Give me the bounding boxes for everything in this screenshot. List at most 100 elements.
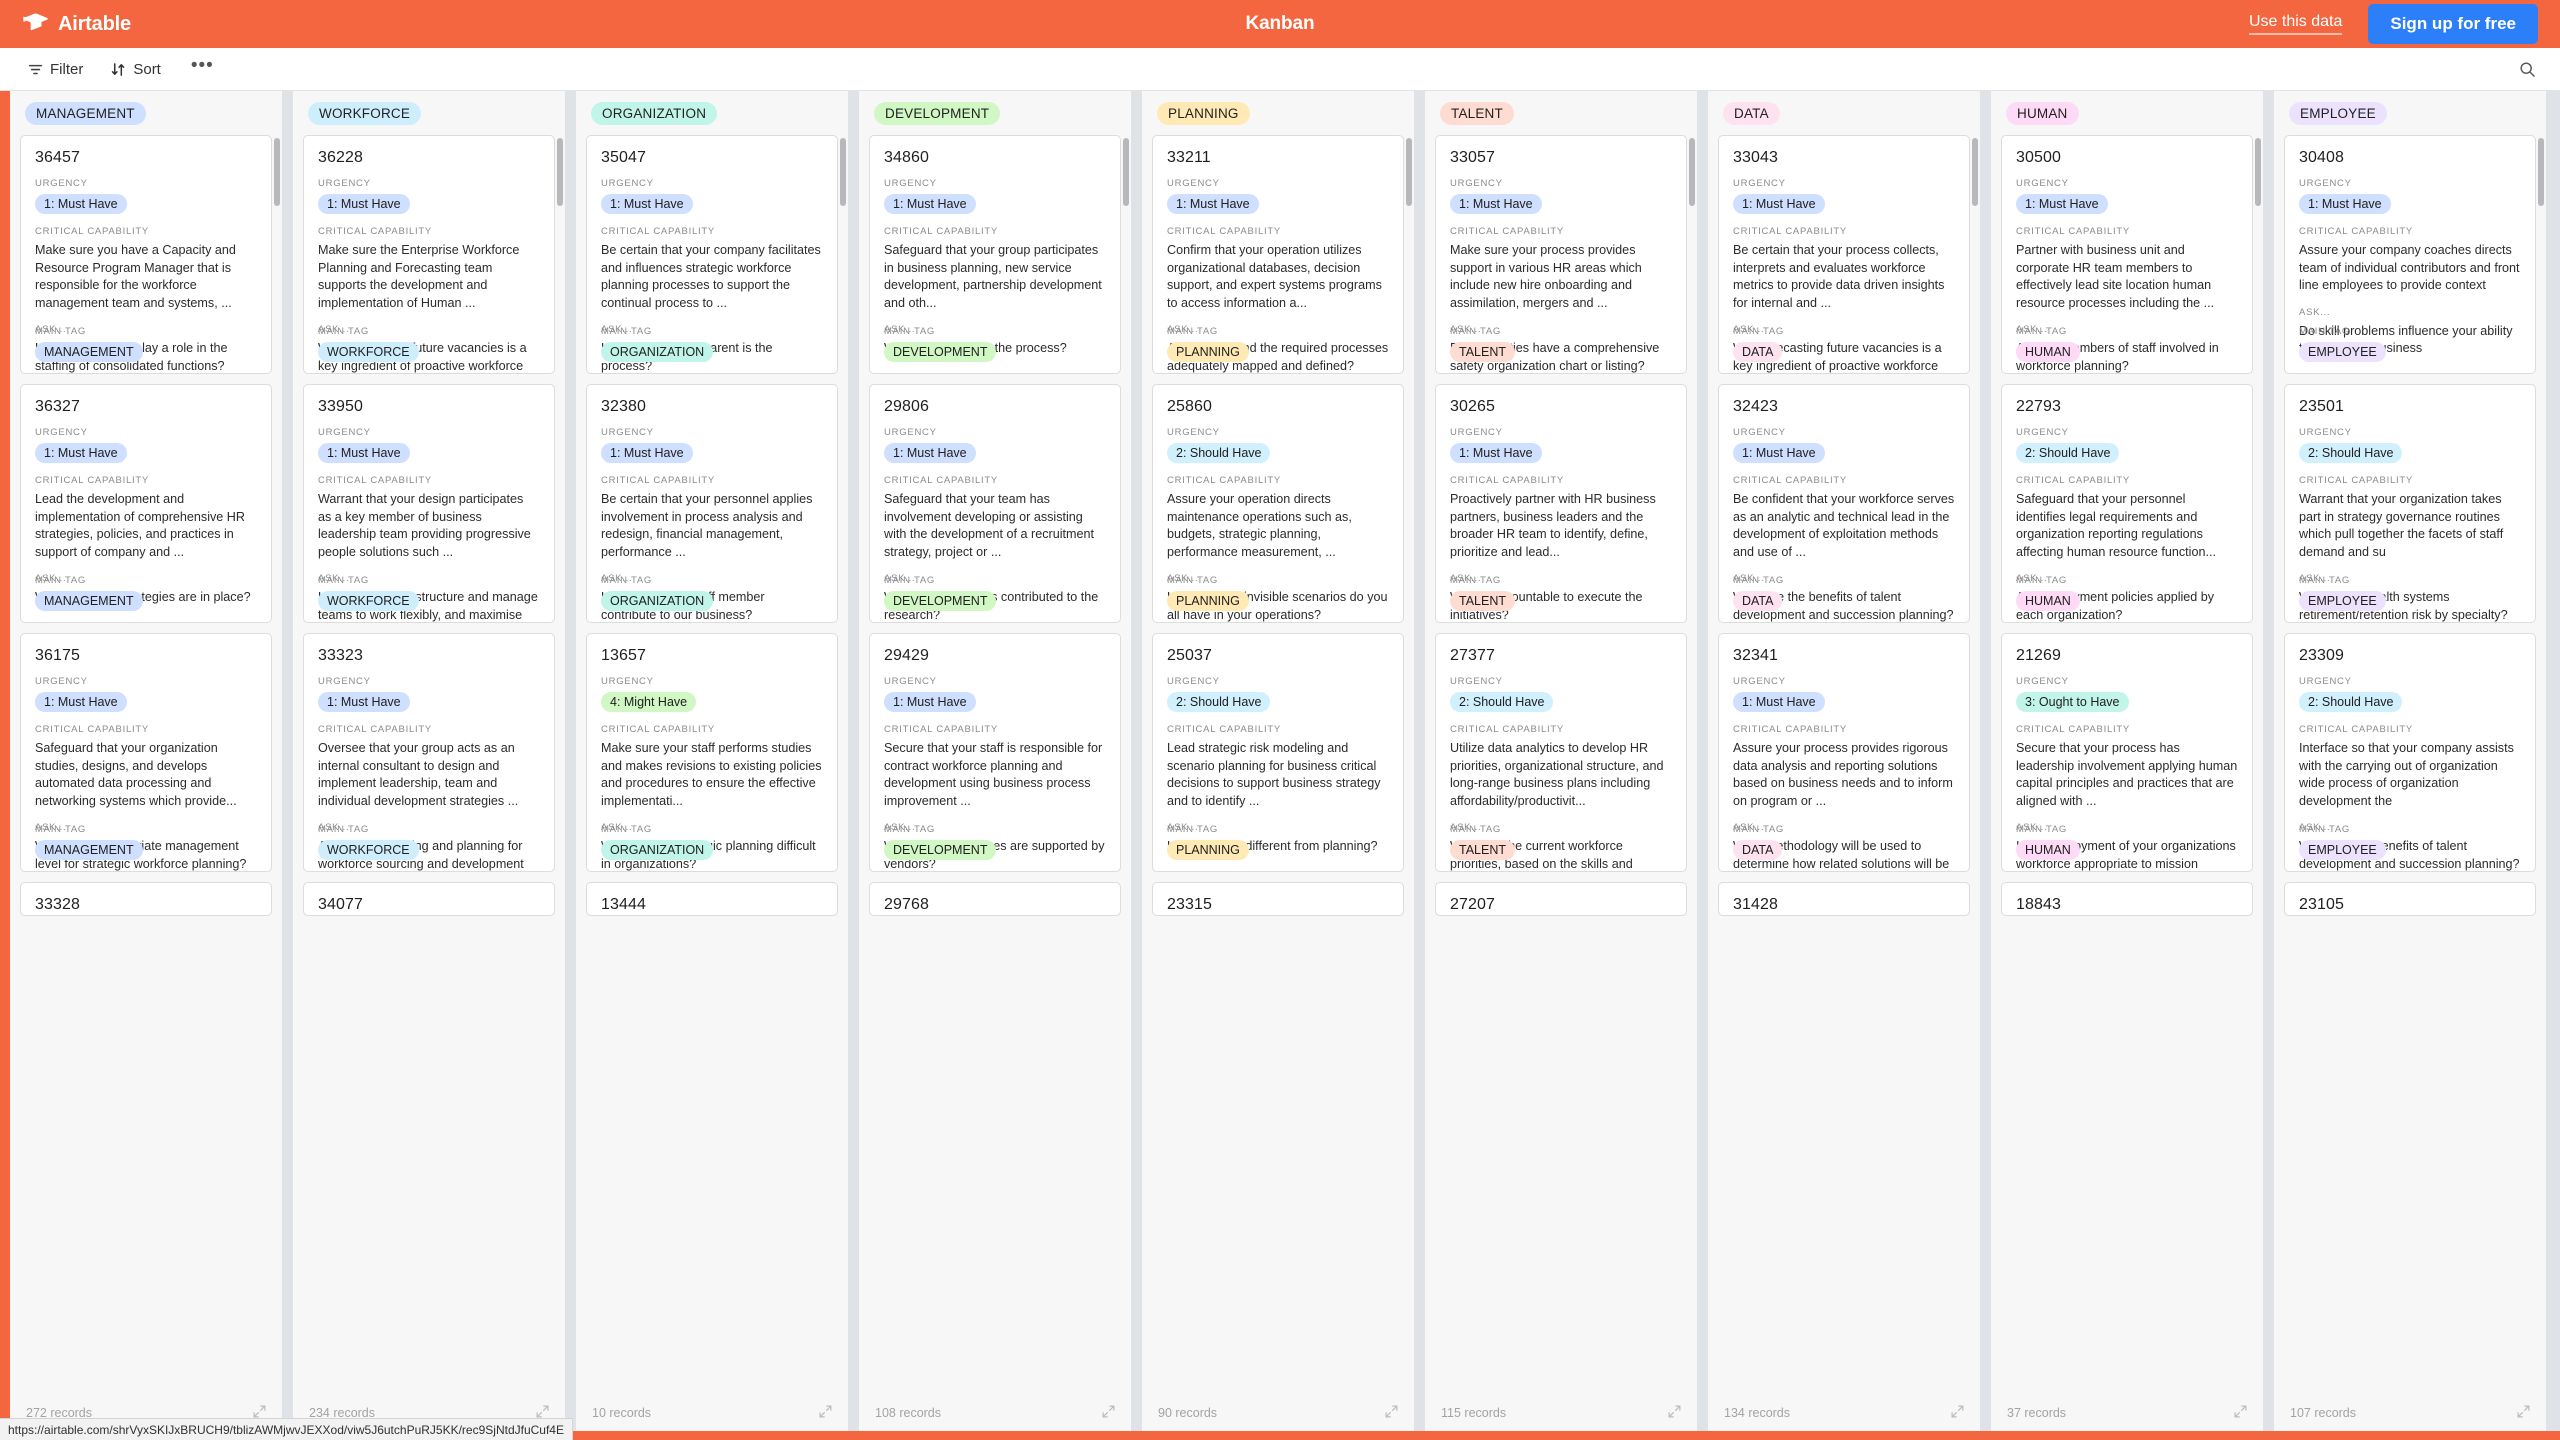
expand-column-icon[interactable] — [1102, 1405, 1115, 1421]
kanban-card[interactable]: 32423 URGENCY 1: Must Have CRITICAL CAPABIL… — [1718, 384, 1970, 623]
main-tag-badge: WORKFORCE — [318, 342, 419, 362]
kanban-card[interactable]: 33211 URGENCY 1: Must Have CRITICAL CAPABIL… — [1152, 135, 1404, 374]
column-scrollbar-thumb[interactable] — [557, 138, 563, 206]
column-scrollbar-thumb[interactable] — [1972, 138, 1978, 206]
kanban-card[interactable]: 31428 — [1718, 882, 1970, 916]
kanban-card[interactable]: 34077 — [303, 882, 555, 916]
kanban-card[interactable]: 13657 URGENCY 4: Might Have CRITICAL CAPABI… — [586, 633, 838, 872]
kanban-card[interactable]: 36457 URGENCY 1: Must Have CRITICAL CAPABIL… — [20, 135, 272, 374]
column-scrollbar-track[interactable] — [557, 138, 564, 1391]
column-name-chip[interactable]: ORGANIZATION — [591, 101, 718, 125]
card-id: 25860 — [1167, 398, 1212, 415]
kanban-card[interactable]: 32341 URGENCY 1: Must Have CRITICAL CAPABIL… — [1718, 633, 1970, 872]
kanban-card[interactable]: 30265 URGENCY 1: Must Have CRITICAL CAPABIL… — [1435, 384, 1687, 623]
main-tag-field-label: MAIN TAG — [1450, 326, 1502, 337]
use-this-data-link[interactable]: Use this data — [2248, 13, 2343, 35]
main-tag-block: MAIN TAG WORKFORCE — [318, 824, 419, 860]
search-button[interactable] — [2513, 55, 2542, 84]
column-name-chip[interactable]: PLANNING — [1157, 101, 1250, 125]
card-id: 29806 — [884, 398, 929, 415]
column-scrollbar-track[interactable] — [2255, 138, 2262, 1391]
column-name-chip[interactable]: MANAGEMENT — [25, 101, 146, 125]
column-name-chip[interactable]: TALENT — [1440, 101, 1514, 125]
card-id: 35047 — [601, 149, 646, 166]
kanban-card[interactable]: 33057 URGENCY 1: Must Have CRITICAL CAPABIL… — [1435, 135, 1687, 374]
kanban-card[interactable]: 29429 URGENCY 1: Must Have CRITICAL CAPABIL… — [869, 633, 1121, 872]
column-scrollbar-track[interactable] — [2538, 138, 2545, 1391]
column-name-chip[interactable]: HUMAN — [2006, 101, 2079, 125]
filter-button[interactable]: Filter — [18, 56, 93, 83]
main-tag-badge: WORKFORCE — [318, 840, 419, 860]
kanban-card[interactable]: 23501 URGENCY 2: Should Have CRITICAL CAPAB… — [2284, 384, 2536, 623]
main-tag-field-label: MAIN TAG — [2299, 575, 2351, 586]
column-scrollbar-thumb[interactable] — [2538, 138, 2544, 206]
column-name-chip[interactable]: DEVELOPMENT — [874, 101, 1001, 125]
column-name-chip[interactable]: WORKFORCE — [308, 101, 422, 125]
column-scrollbar-track[interactable] — [274, 138, 281, 1391]
kanban-card[interactable]: 36175 URGENCY 1: Must Have CRITICAL CAPABIL… — [20, 633, 272, 872]
kanban-card[interactable]: 27377 URGENCY 2: Should Have CRITICAL CAPAB… — [1435, 633, 1687, 872]
expand-column-icon[interactable] — [819, 1405, 832, 1421]
kanban-card[interactable]: 18843 — [2001, 882, 2253, 916]
kanban-card[interactable]: 23315 — [1152, 882, 1404, 916]
kanban-card[interactable]: 30500 URGENCY 1: Must Have CRITICAL CAPABIL… — [2001, 135, 2253, 374]
kanban-card[interactable]: 21269 URGENCY 3: Ought to Have CRITICAL CAP… — [2001, 633, 2253, 872]
kanban-card[interactable]: 13444 — [586, 882, 838, 916]
critical-capability-text: Be certain that your company facilitates… — [601, 243, 821, 310]
column-scroll-region: 33211 URGENCY 1: Must Have CRITICAL CAPABIL… — [1152, 135, 1404, 1395]
expand-column-icon[interactable] — [1951, 1405, 1964, 1421]
urgency-field-label: URGENCY — [318, 427, 371, 438]
column-scrollbar-track[interactable] — [1972, 138, 1979, 1391]
expand-column-icon[interactable] — [1668, 1405, 1681, 1421]
expand-column-icon[interactable] — [2517, 1405, 2530, 1421]
airtable-brand[interactable]: Airtable — [22, 13, 131, 36]
more-options-button[interactable]: ••• — [179, 56, 226, 81]
kanban-card[interactable]: 29768 — [869, 882, 1121, 916]
column-scrollbar-thumb[interactable] — [1406, 138, 1412, 206]
sort-button[interactable]: Sort — [101, 56, 171, 83]
urgency-field-label: URGENCY — [1167, 427, 1220, 438]
column-card-list: 33057 URGENCY 1: Must Have CRITICAL CAPABIL… — [1425, 135, 1697, 1395]
column-scrollbar-thumb[interactable] — [840, 138, 846, 206]
kanban-card[interactable]: 33323 URGENCY 1: Must Have CRITICAL CAPABIL… — [303, 633, 555, 872]
kanban-card[interactable]: 23105 — [2284, 882, 2536, 916]
expand-column-icon[interactable] — [2234, 1405, 2247, 1421]
kanban-card[interactable]: 25860 URGENCY 2: Should Have CRITICAL CAPAB… — [1152, 384, 1404, 623]
record-count: 134 records — [1724, 1406, 1791, 1420]
column-scrollbar-thumb[interactable] — [2255, 138, 2261, 206]
column-name-chip[interactable]: EMPLOYEE — [2289, 101, 2387, 125]
kanban-card[interactable]: 23309 URGENCY 2: Should Have CRITICAL CAPAB… — [2284, 633, 2536, 872]
column-scrollbar-track[interactable] — [1123, 138, 1130, 1391]
column-scrollbar-thumb[interactable] — [1689, 138, 1695, 206]
kanban-card[interactable]: 34860 URGENCY 1: Must Have CRITICAL CAPABIL… — [869, 135, 1121, 374]
column-name-chip[interactable]: DATA — [1723, 101, 1780, 125]
kanban-card[interactable]: 36327 URGENCY 1: Must Have CRITICAL CAPABIL… — [20, 384, 272, 623]
column-scrollbar-thumb[interactable] — [1123, 138, 1129, 206]
expand-column-icon[interactable] — [1385, 1405, 1398, 1421]
kanban-card[interactable]: 22793 URGENCY 2: Should Have CRITICAL CAPAB… — [2001, 384, 2253, 623]
kanban-card[interactable]: 29806 URGENCY 1: Must Have CRITICAL CAPABIL… — [869, 384, 1121, 623]
column-scroll-region: 36228 URGENCY 1: Must Have CRITICAL CAPABIL… — [303, 135, 555, 1395]
kanban-card[interactable]: 33950 URGENCY 1: Must Have CRITICAL CAPABIL… — [303, 384, 555, 623]
urgency-field-label: URGENCY — [1450, 427, 1503, 438]
urgency-field-label: URGENCY — [35, 676, 88, 687]
kanban-card[interactable]: 33328 — [20, 882, 272, 916]
kanban-card[interactable]: 32380 URGENCY 1: Must Have CRITICAL CAPABIL… — [586, 384, 838, 623]
sign-up-button[interactable]: Sign up for free — [2368, 4, 2538, 44]
kanban-card[interactable]: 30408 URGENCY 1: Must Have CRITICAL CAPABIL… — [2284, 135, 2536, 374]
main-tag-field-label: MAIN TAG — [35, 326, 87, 337]
column-footer: 134 records — [1708, 1395, 1980, 1431]
kanban-card[interactable]: 35047 URGENCY 1: Must Have CRITICAL CAPABIL… — [586, 135, 838, 374]
column-scrollbar-track[interactable] — [1689, 138, 1696, 1391]
column-scrollbar-track[interactable] — [1406, 138, 1413, 1391]
kanban-card[interactable]: 33043 URGENCY 1: Must Have CRITICAL CAPABIL… — [1718, 135, 1970, 374]
brand-name: Airtable — [58, 12, 131, 35]
main-tag-field-label: MAIN TAG — [601, 824, 653, 835]
column-card-list: 30500 URGENCY 1: Must Have CRITICAL CAPABIL… — [1991, 135, 2263, 1395]
kanban-card[interactable]: 36228 URGENCY 1: Must Have CRITICAL CAPABIL… — [303, 135, 555, 374]
column-scrollbar-thumb[interactable] — [274, 138, 280, 206]
critical-capability-text: Be certain that your personnel applies i… — [601, 492, 813, 559]
kanban-card[interactable]: 25037 URGENCY 2: Should Have CRITICAL CAPAB… — [1152, 633, 1404, 872]
kanban-card[interactable]: 27207 — [1435, 882, 1687, 916]
column-scrollbar-track[interactable] — [840, 138, 847, 1391]
